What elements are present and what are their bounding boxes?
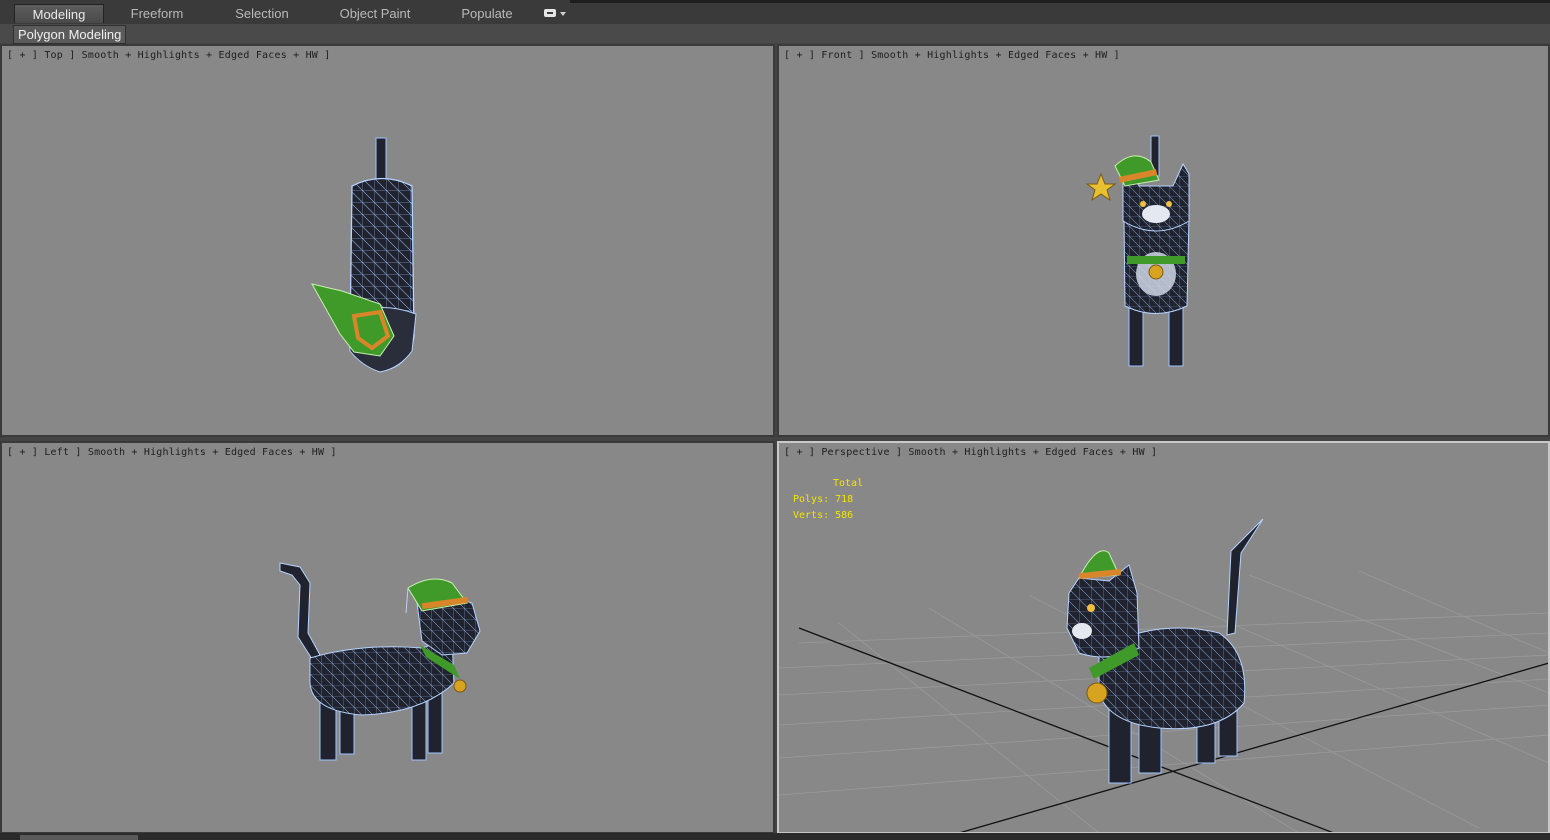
grid-axis-y: [960, 662, 1548, 832]
tab-freeform[interactable]: Freeform: [112, 4, 202, 23]
ribbon-tab-bar: Modeling Freeform Selection Object Paint…: [0, 0, 1550, 25]
viewport-left[interactable]: [ + ] Left ] Smooth + Highlights + Edged…: [0, 441, 775, 834]
viewport-top[interactable]: [ + ] Top ] Smooth + Highlights + Edged …: [0, 44, 775, 437]
viewport-perspective[interactable]: [ + ] Perspective ] Smooth + Highlights …: [777, 441, 1550, 834]
tab-modeling[interactable]: Modeling: [14, 4, 104, 23]
cat-model-left-view: [279, 562, 481, 761]
grid-axis-x: [798, 627, 1333, 832]
time-slider[interactable]: [20, 835, 138, 840]
tab-populate[interactable]: Populate: [447, 4, 527, 23]
ribbon-panel-bar: Polygon Modeling: [0, 24, 1550, 44]
tab-object-paint[interactable]: Object Paint: [325, 4, 425, 23]
ribbon-options-icon: [544, 9, 566, 17]
viewport-front[interactable]: [ + ] Front ] Smooth + Highlights + Edge…: [777, 44, 1550, 437]
polygon-modeling-button[interactable]: Polygon Modeling: [13, 25, 127, 44]
ribbon-divider: [570, 0, 1550, 3]
tab-selection[interactable]: Selection: [217, 4, 307, 23]
cat-model-front-view: [1085, 135, 1190, 367]
perspective-scene: [779, 518, 1548, 832]
cat-model-top-view: [311, 137, 417, 373]
ribbon-options-dropdown[interactable]: [543, 7, 567, 19]
bottom-status-strip: [0, 833, 1550, 840]
